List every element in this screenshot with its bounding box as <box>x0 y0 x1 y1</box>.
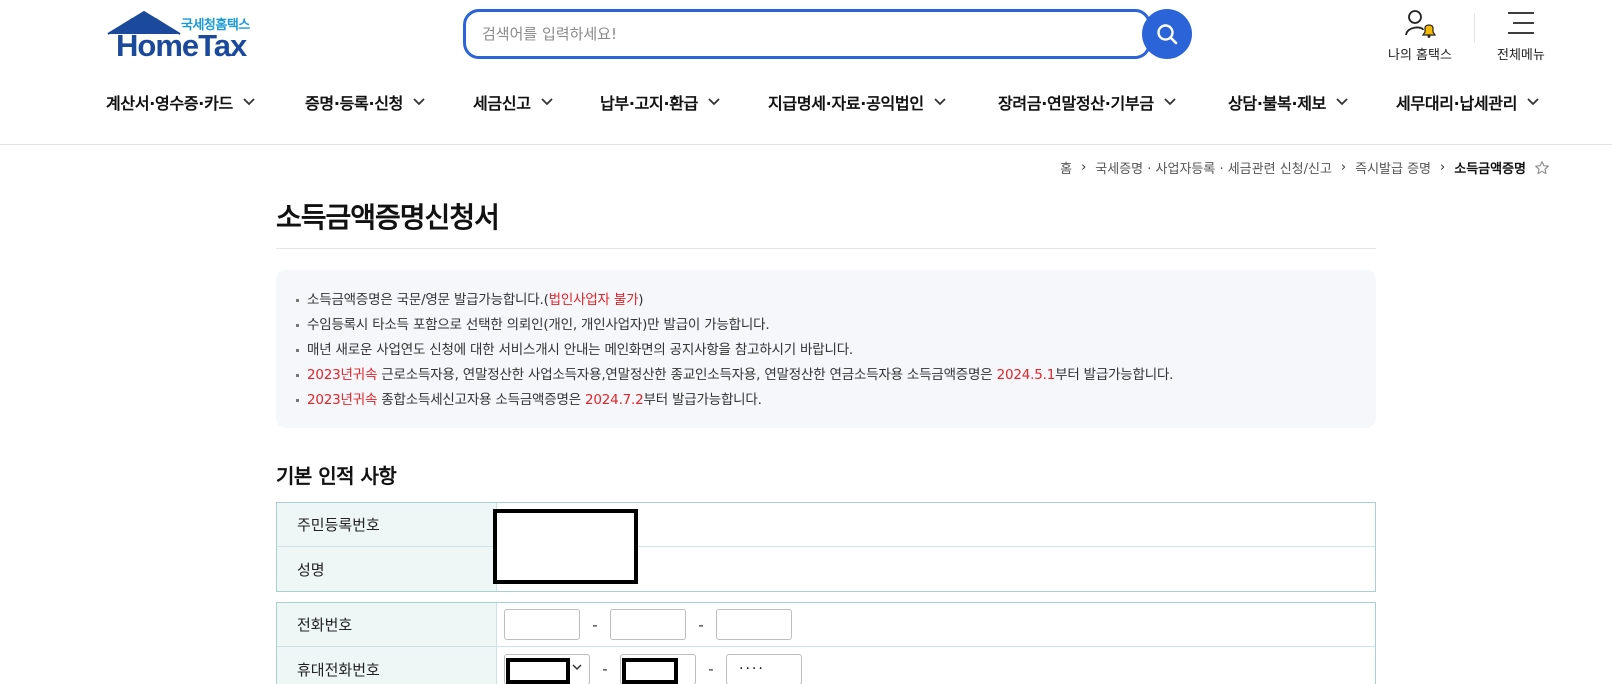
notice-text: 소득금액증명은 국문/영문 발급가능합니다.( <box>307 292 549 308</box>
personal-info-table: 주민등록번호 성명 <box>276 502 1376 592</box>
mobile-part3-input[interactable]: ···· <box>726 653 802 684</box>
notice-highlight: 2024.5.1 <box>996 367 1056 383</box>
notice-text: 근로소득자용, 연말정산한 사업소득자용,연말정산한 종교인소득자용, 연말정산… <box>377 367 997 383</box>
gnb-item-statements[interactable]: 지급명세·자료·공익법인 <box>768 90 946 114</box>
logo-text: HomeTax <box>116 28 247 63</box>
breadcrumb-home[interactable]: 홈 <box>1060 158 1072 177</box>
my-hometax-label: 나의 홈택스 <box>1388 48 1452 63</box>
gnb-item-payment[interactable]: 납부·고지·환급 <box>600 90 720 114</box>
table-row: 성명 <box>277 547 1375 591</box>
notice-highlight: 2023년귀속 <box>307 392 378 408</box>
breadcrumb-separator: › <box>1340 160 1347 175</box>
phone-part1-input[interactable] <box>504 609 580 640</box>
chevron-down-icon <box>243 98 255 106</box>
search-button[interactable] <box>1142 9 1192 59</box>
chevron-down-icon <box>572 663 582 670</box>
search-icon <box>1157 24 1178 45</box>
chevron-down-icon <box>1527 98 1539 106</box>
mobile-label: 휴대전화번호 <box>277 647 497 684</box>
notice-text: 종합소득세신고자용 소득금액증명은 <box>377 392 586 408</box>
chevron-down-icon <box>934 98 946 106</box>
gnb-label: 증명·등록·신청 <box>305 94 404 113</box>
gnb-item-certificates[interactable]: 증명·등록·신청 <box>305 90 425 114</box>
dash-separator: - <box>698 615 704 634</box>
notice-item: 2023년귀속 종합소득세신고자용 소득금액증명은 2024.7.2부터 발급가… <box>296 388 1356 413</box>
breadcrumb-separator: › <box>1440 160 1446 175</box>
gnb-label: 상담·불복·제보 <box>1228 94 1327 113</box>
notice-item: 매년 새로운 사업연도 신청에 대한 서비스개시 안내는 메인화면의 공지사항을… <box>296 338 1356 363</box>
notice-highlight: 법인사업자 불가 <box>548 292 639 308</box>
section-title: 기본 인적 사항 <box>276 464 397 488</box>
global-nav: 계산서·영수증·카드 증명·등록·신청 세금신고 납부·고지·환급 지급명세·자… <box>0 90 1612 120</box>
gnb-label: 세무대리·납세관리 <box>1396 94 1518 113</box>
gnb-item-receipts[interactable]: 계산서·영수증·카드 <box>106 90 255 114</box>
gnb-label: 세금신고 <box>473 94 531 113</box>
mobile-value: - - ···· <box>497 647 1375 684</box>
table-row: 휴대전화번호 - - ···· <box>277 647 1375 684</box>
notice-highlight: 2024.7.2 <box>585 392 644 408</box>
gnb-item-incentives[interactable]: 장려금·연말정산·기부금 <box>998 90 1176 114</box>
redaction-box <box>622 657 678 684</box>
table-row: 전화번호 - - <box>277 603 1375 647</box>
breadcrumb-separator: › <box>1081 160 1087 175</box>
notice-text: 매년 새로운 사업연도 신청에 대한 서비스개시 안내는 메인화면의 공지사항을… <box>307 342 854 358</box>
chevron-down-icon <box>413 98 425 106</box>
gnb-label: 장려금·연말정산·기부금 <box>998 94 1154 113</box>
breadcrumb-level1[interactable]: 국세증명 · 사업자등록 · 세금관련 신청/신고 <box>1095 158 1332 177</box>
header-divider <box>1474 14 1475 42</box>
gnb-item-tax-agent[interactable]: 세무대리·납세관리 <box>1396 90 1539 114</box>
gnb-label: 납부·고지·환급 <box>600 94 699 113</box>
name-label: 성명 <box>277 547 497 591</box>
title-divider <box>276 248 1376 249</box>
gnb-item-consulting[interactable]: 상담·불복·제보 <box>1228 90 1348 114</box>
notice-text: 부터 발급가능합니다. <box>643 392 762 408</box>
all-menu-label: 전체메뉴 <box>1497 48 1545 63</box>
my-hometax-button[interactable]: 나의 홈택스 <box>1388 8 1452 63</box>
site-header: 국세청홈택스 HomeTax 나의 홈택스 전체메뉴 계산서·영수증·카드 <box>0 0 1612 145</box>
dash-separator: - <box>708 660 714 678</box>
search-bar <box>463 9 1151 59</box>
notice-highlight: 2023년귀속 <box>307 367 378 383</box>
gnb-label: 지급명세·자료·공익법인 <box>768 94 924 113</box>
phone-label: 전화번호 <box>277 603 497 646</box>
hometax-logo[interactable]: 국세청홈택스 HomeTax <box>106 10 256 63</box>
gnb-item-tax-filing[interactable]: 세금신고 <box>473 90 553 114</box>
phone-part2-input[interactable] <box>610 609 686 640</box>
notice-text: 부터 발급가능합니다. <box>1055 367 1174 383</box>
dash-separator: - <box>592 615 598 634</box>
breadcrumb-level2[interactable]: 즉시발급 증명 <box>1355 158 1431 177</box>
contact-info-table: 전화번호 - - 휴대전화번호 - - ···· <box>276 602 1376 684</box>
breadcrumb: 홈 › 국세증명 · 사업자등록 · 세금관련 신청/신고 › 즉시발급 증명 … <box>1060 158 1550 177</box>
mobile-prefix-select[interactable] <box>504 653 590 684</box>
phone-value: - - <box>497 603 1375 646</box>
masked-value: ···· <box>739 661 765 677</box>
all-menu-button[interactable]: 전체메뉴 <box>1497 8 1545 63</box>
phone-part3-input[interactable] <box>716 609 792 640</box>
redaction-box <box>493 509 638 584</box>
notice-item: 수임등록시 타소득 포함으로 선택한 의뢰인(개인, 개인사업자)만 발급이 가… <box>296 313 1356 338</box>
notice-box: 소득금액증명은 국문/영문 발급가능합니다.(법인사업자 불가) 수임등록시 타… <box>276 270 1376 428</box>
mobile-part2-input[interactable] <box>620 653 696 684</box>
chevron-down-icon <box>1336 98 1348 106</box>
redaction-box <box>506 657 570 684</box>
chevron-down-icon <box>541 98 553 106</box>
user-bell-icon <box>1405 10 1437 38</box>
resident-number-label: 주민등록번호 <box>277 503 497 546</box>
notice-text: ) <box>638 292 644 308</box>
chevron-down-icon <box>1164 98 1176 106</box>
page-title: 소득금액증명신청서 <box>276 201 500 234</box>
dash-separator: - <box>602 660 608 678</box>
search-input[interactable] <box>482 21 1082 47</box>
gnb-label: 계산서·영수증·카드 <box>106 94 233 113</box>
hamburger-menu-icon <box>1507 12 1534 34</box>
star-icon[interactable] <box>1534 160 1550 176</box>
table-row: 주민등록번호 <box>277 503 1375 547</box>
notice-text: 수임등록시 타소득 포함으로 선택한 의뢰인(개인, 개인사업자)만 발급이 가… <box>307 317 770 333</box>
notice-item: 2023년귀속 근로소득자용, 연말정산한 사업소득자용,연말정산한 종교인소득… <box>296 363 1356 388</box>
breadcrumb-current: 소득금액증명 <box>1454 162 1526 177</box>
chevron-down-icon <box>708 98 720 106</box>
notice-item: 소득금액증명은 국문/영문 발급가능합니다.(법인사업자 불가) <box>296 288 1356 313</box>
